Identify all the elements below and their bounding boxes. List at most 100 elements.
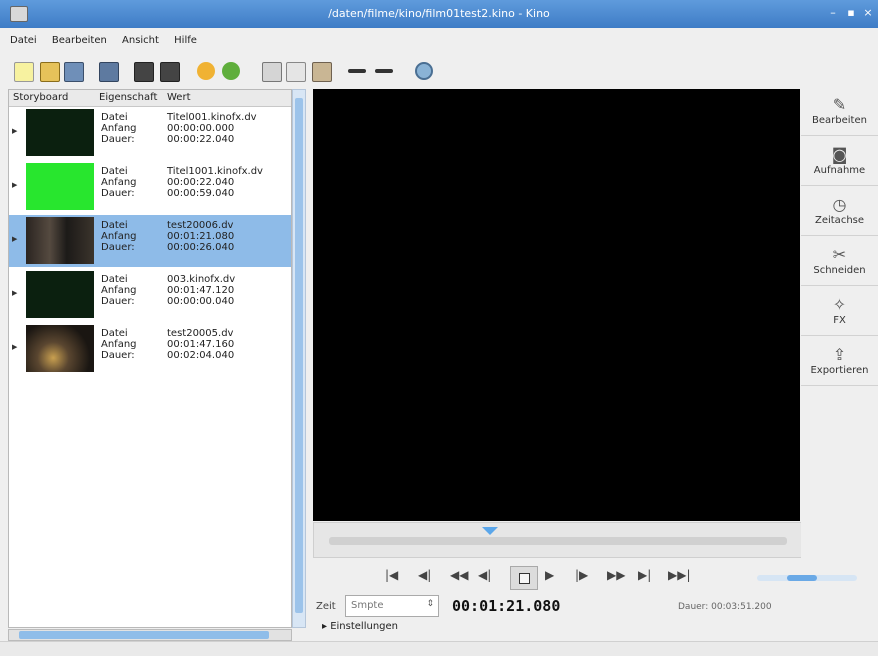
maximize-button[interactable]: ▪ [844, 6, 858, 20]
clip-property-labels: Datei Anfang Dauer: [101, 166, 137, 199]
property-value: 00:00:00.000 [167, 123, 235, 134]
clip-property-labels: Datei Anfang Dauer: [101, 328, 137, 361]
status-bar [0, 641, 878, 656]
new-file-icon[interactable] [14, 62, 34, 82]
col-storyboard[interactable]: Storyboard [13, 92, 68, 103]
expand-arrow-icon[interactable]: ▶ [12, 235, 17, 243]
time-label: Zeit [316, 601, 336, 612]
property-value: 00:00:00.040 [167, 296, 235, 307]
mode-button-fx[interactable]: ✧ FX [801, 289, 878, 336]
mode-button-aufnahme[interactable]: ◙ Aufnahme [801, 139, 878, 186]
clip-property-labels: Datei Anfang Dauer: [101, 220, 137, 253]
capture-icon: ◙ [831, 145, 848, 164]
hscroll-thumb[interactable] [19, 631, 269, 639]
mode-button-zeitachse[interactable]: ◷ Zeitachse [801, 189, 878, 236]
window-titlebar: /daten/filme/kino/film01test2.kino - Kin… [0, 0, 878, 28]
mode-button-label: FX [833, 315, 846, 326]
property-label: Dauer: [101, 134, 135, 145]
expand-arrow-icon[interactable]: ▶ [12, 127, 17, 135]
split-scene-icon[interactable] [348, 69, 366, 73]
property-label: Anfang [101, 177, 137, 188]
save-icon[interactable] [64, 62, 84, 82]
property-label: Anfang [101, 231, 137, 242]
next-scene-icon[interactable]: ▶| [638, 568, 651, 582]
property-value: Titel001.kinofx.dv [167, 112, 257, 123]
clip-thumbnail [26, 325, 94, 372]
storyboard-vscrollbar[interactable] [292, 89, 306, 628]
mode-button-exportieren[interactable]: ⇪ Exportieren [801, 339, 878, 386]
property-value: 00:02:04.040 [167, 350, 235, 361]
storyboard-clip[interactable]: ▶ Datei Anfang Dauer: test20005.dv 00:01:47.1… [9, 323, 291, 375]
copy-icon[interactable] [286, 62, 306, 82]
undo-icon[interactable] [197, 62, 215, 80]
back-frame-icon[interactable]: ◀| [478, 568, 491, 582]
expand-arrow-icon[interactable]: ▶ [12, 181, 17, 189]
cut-icon[interactable] [262, 62, 282, 82]
settings-expander[interactable]: ▸ Einstellungen [322, 621, 398, 632]
col-eigenschaft[interactable]: Eigenschaft [99, 92, 157, 103]
join-scenes-icon[interactable] [375, 69, 393, 73]
property-value: 00:00:59.040 [167, 188, 235, 199]
property-label: Anfang [101, 285, 137, 296]
clip-property-values: test20005.dv 00:01:47.160 00:02:04.040 [167, 328, 234, 361]
play-icon[interactable]: ▶ [545, 568, 554, 582]
scrubber-track[interactable] [329, 537, 787, 545]
open-folder-icon[interactable] [40, 62, 60, 82]
clip-thumbnail [26, 217, 94, 264]
start-icon[interactable]: |◀ [385, 568, 398, 582]
zoom-icon[interactable] [415, 62, 433, 80]
export-icon: ⇪ [832, 345, 847, 364]
property-value: 00:00:22.040 [167, 134, 235, 145]
storyboard-clip[interactable]: ▶ Datei Anfang Dauer: Titel1001.kinofx.dv 00:… [9, 161, 291, 213]
property-value: test20006.dv [167, 220, 234, 231]
stop-button[interactable] [510, 566, 538, 590]
mode-button-bearbeiten[interactable]: ✎ Bearbeiten [801, 89, 878, 136]
playhead-marker[interactable] [482, 527, 498, 535]
timecode-display: 00:01:21.080 [452, 597, 561, 615]
end-icon[interactable]: ▶▶| [668, 568, 691, 582]
mode-button-schneiden[interactable]: ✂ Schneiden [801, 239, 878, 286]
expand-arrow-icon[interactable]: ▶ [12, 289, 17, 297]
expand-arrow-icon[interactable]: ▶ [12, 343, 17, 351]
edit-icon: ✎ [832, 95, 847, 114]
clip-thumbnail [26, 109, 94, 156]
menu-datei[interactable]: Datei [4, 28, 43, 46]
property-label: Dauer: [101, 188, 135, 199]
time-format-select[interactable]: Smpte ⇕ [345, 595, 439, 617]
insert-before-icon[interactable] [134, 62, 154, 82]
redo-icon[interactable] [222, 62, 240, 80]
save-as-icon[interactable] [99, 62, 119, 82]
col-wert[interactable]: Wert [167, 92, 191, 103]
paste-icon[interactable] [312, 62, 332, 82]
settings-label: Einstellungen [330, 621, 398, 632]
scrubber-bar[interactable] [313, 522, 802, 558]
storyboard-header: Storyboard Eigenschaft Wert [9, 90, 291, 107]
scroll-thumb[interactable] [295, 98, 303, 613]
property-value: 00:00:22.040 [167, 177, 235, 188]
clip-thumbnail [26, 163, 94, 210]
speed-slider[interactable] [757, 575, 857, 581]
forward-frame-icon[interactable]: |▶ [575, 568, 588, 582]
storyboard-clip[interactable]: ▶ Datei Anfang Dauer: Titel001.kinofx.dv 00:0… [9, 107, 291, 159]
menu-hilfe[interactable]: Hilfe [168, 28, 203, 46]
fast-forward-icon[interactable]: ▶▶ [607, 568, 625, 582]
storyboard-hscrollbar[interactable] [8, 629, 292, 641]
minimize-button[interactable]: – [826, 6, 840, 20]
property-value: 00:00:26.040 [167, 242, 235, 253]
close-button[interactable]: × [861, 6, 875, 20]
duration-label: Dauer: 00:03:51.200 [678, 602, 772, 612]
menu-ansicht[interactable]: Ansicht [116, 28, 165, 46]
video-preview [313, 89, 800, 521]
window-title: /daten/filme/kino/film01test2.kino - Kin… [328, 7, 550, 20]
storyboard-clip[interactable]: ▶ Datei Anfang Dauer: 003.kinofx.dv 00:01:47.… [9, 269, 291, 321]
menu-bearbeiten[interactable]: Bearbeiten [46, 28, 113, 46]
mode-button-label: Exportieren [810, 365, 869, 376]
property-label: Datei [101, 166, 128, 177]
clip-property-values: test20006.dv 00:01:21.080 00:00:26.040 [167, 220, 234, 253]
insert-after-icon[interactable] [160, 62, 180, 82]
clip-property-labels: Datei Anfang Dauer: [101, 112, 137, 145]
rewind-icon[interactable]: ◀◀ [450, 568, 468, 582]
mode-button-label: Bearbeiten [812, 115, 867, 126]
storyboard-clip[interactable]: ▶ Datei Anfang Dauer: test20006.dv 00:01:21.0… [9, 215, 291, 267]
prev-scene-icon[interactable]: ◀| [418, 568, 431, 582]
